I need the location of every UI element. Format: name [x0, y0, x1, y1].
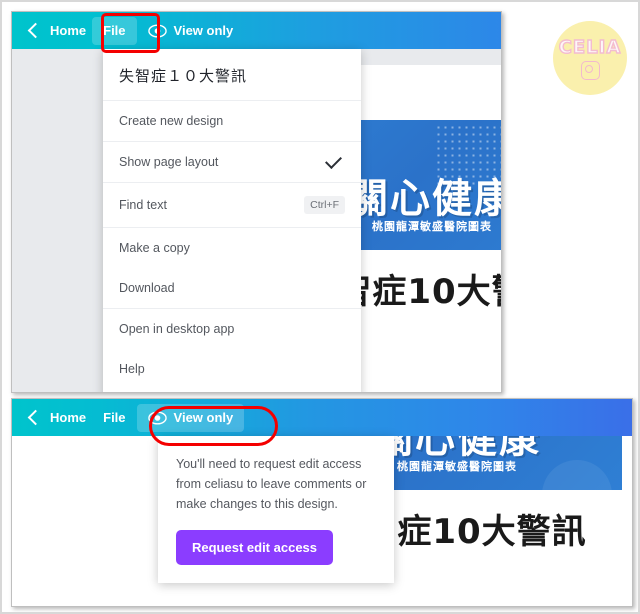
menu-item-make-a-copy[interactable]: Make a copy — [103, 228, 361, 268]
menu-item-create-new-design[interactable]: Create new design — [103, 101, 361, 141]
file-menu-button[interactable]: File — [92, 404, 136, 432]
view-only-tooltip: You'll need to request edit access from … — [158, 436, 394, 583]
shortcut-badge: Ctrl+F — [304, 196, 345, 214]
canva-toolbar-bottom: Home File View only — [12, 399, 632, 436]
file-label: File — [103, 410, 126, 425]
menu-item-label: Help — [119, 362, 145, 376]
eye-icon — [147, 410, 167, 425]
file-menu-button[interactable]: File — [92, 16, 137, 45]
menu-item-download[interactable]: Download — [103, 268, 361, 308]
menu-item-open-in-desktop-app[interactable]: Open in desktop app — [103, 309, 361, 349]
home-back-button[interactable]: Home — [26, 17, 92, 45]
menu-item-label: Create new design — [119, 114, 224, 128]
home-back-button[interactable]: Home — [26, 404, 92, 432]
menu-item-show-page-layout[interactable]: Show page layout — [103, 142, 361, 182]
file-label: File — [103, 23, 126, 38]
canva-toolbar-top: Home File View only — [12, 12, 501, 49]
chevron-left-icon — [27, 409, 44, 426]
menu-item-label: Find text — [119, 198, 167, 212]
checkmark-icon — [325, 151, 342, 169]
view-only-label: View only — [173, 23, 234, 38]
home-label: Home — [50, 410, 87, 425]
menu-item-help[interactable]: Help — [103, 349, 361, 389]
screenshot-root: Home File View only 關心健康 桃園龍潭敏盛醫院圖表 失智症1… — [0, 0, 640, 614]
watermark-label: CELIA — [558, 36, 622, 58]
chevron-left-icon — [27, 22, 44, 39]
menu-item-label: Open in desktop app — [119, 322, 235, 336]
eye-icon — [147, 23, 167, 38]
celia-watermark: CELIA — [553, 21, 627, 95]
view-only-button[interactable]: View only — [137, 17, 245, 45]
instagram-icon — [580, 60, 600, 80]
file-dropdown-menu: 失智症１０大警訊 Create new design Show page lay… — [103, 49, 361, 392]
menu-item-label: Show page layout — [119, 155, 219, 169]
menu-item-label: Make a copy — [119, 241, 190, 255]
bottom-screenshot-panel: Home File View only 關心健康 桃園龍潭敏盛醫院圖表 失智症1… — [11, 398, 633, 607]
menu-design-title: 失智症１０大警訊 — [119, 67, 248, 85]
menu-item-label: Download — [119, 281, 175, 295]
tooltip-message: You'll need to request edit access from … — [176, 457, 367, 511]
top-screenshot-panel: Home File View only 關心健康 桃園龍潭敏盛醫院圖表 失智症1… — [11, 11, 502, 393]
home-label: Home — [50, 23, 87, 38]
view-only-button[interactable]: View only — [136, 403, 245, 432]
menu-item-find-text[interactable]: Find text Ctrl+F — [103, 183, 361, 227]
view-only-label: View only — [173, 410, 234, 425]
request-edit-access-button[interactable]: Request edit access — [176, 530, 334, 565]
